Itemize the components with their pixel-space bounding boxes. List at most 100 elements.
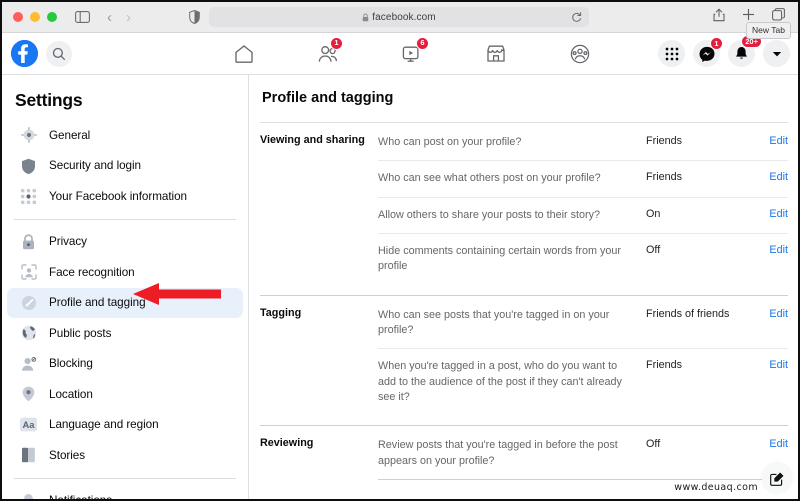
chevron-down-icon[interactable] <box>763 40 790 67</box>
facebook-logo[interactable] <box>11 40 38 67</box>
settings-row: Hide comments containing certain words f… <box>378 232 788 285</box>
sidebar-item-label: Your Facebook information <box>49 189 188 203</box>
settings-section: Tagging Who can see posts that you're ta… <box>250 296 798 426</box>
setting-value: Off <box>646 243 661 256</box>
lock-icon <box>362 13 369 21</box>
aa-text-icon: Aa <box>20 416 37 433</box>
setting-value: Friends <box>646 359 683 372</box>
lock-icon <box>20 233 37 250</box>
setting-question: Allow others to share your posts to thei… <box>378 208 601 221</box>
sidebar-item-notifications[interactable]: Notifications <box>7 486 243 499</box>
sidebar-item-label: Notifications <box>49 494 112 499</box>
watch-badge: 6 <box>416 36 429 50</box>
sidebar-item-profile-and-tagging[interactable]: Profile and tagging <box>7 287 243 318</box>
sidebar-divider <box>14 218 236 220</box>
search-icon[interactable] <box>46 40 72 67</box>
sidebar-item-label: Profile and tagging <box>49 296 146 310</box>
nav-tab-home[interactable] <box>217 37 271 71</box>
nav-left-cluster <box>11 40 72 67</box>
share-icon[interactable] <box>713 8 725 27</box>
setting-question: Who can see posts that you're tagged in … <box>378 308 610 336</box>
gear-icon <box>20 127 37 144</box>
edit-link[interactable]: Edit <box>744 308 788 339</box>
section-label: Reviewing <box>260 437 314 450</box>
settings-row: Who can see what others post on your pro… <box>378 160 788 196</box>
url-label: facebook.com <box>372 11 436 23</box>
sidebar-item-privacy[interactable]: Privacy <box>7 227 243 258</box>
sidebar-toggle-icon[interactable] <box>75 11 90 23</box>
sidebar-item-label: Stories <box>49 448 86 462</box>
sidebar-item-face-recognition[interactable]: Face recognition <box>7 257 243 288</box>
close-window-button[interactable] <box>13 12 23 22</box>
site-watermark: www.deuaq.com <box>674 482 758 493</box>
minimize-window-button[interactable] <box>30 12 40 22</box>
nav-tab-friends[interactable]: 1 <box>301 36 355 71</box>
setting-question: When you're tagged in a post, who do you… <box>378 360 622 403</box>
sidebar-item-label: Security and login <box>49 159 142 173</box>
url-text-wrapper: facebook.com <box>362 11 436 23</box>
sidebar-item-label: General <box>49 128 91 142</box>
section-label: Tagging <box>260 306 302 319</box>
messenger-badge: 1 <box>710 37 723 50</box>
sidebar-item-your-facebook-information[interactable]: Your Facebook information <box>7 181 243 212</box>
sidebar-item-location[interactable]: Location <box>7 379 243 410</box>
edit-link[interactable]: Edit <box>744 135 788 150</box>
nav-right-actions: 1 20+ <box>658 35 790 67</box>
setting-question: Review posts that you're tagged in befor… <box>378 439 618 467</box>
edit-link[interactable]: Edit <box>744 171 788 186</box>
back-button[interactable]: ‹ <box>107 9 112 26</box>
reload-icon[interactable] <box>571 10 582 28</box>
setting-question: Who can post on your profile? <box>378 136 522 148</box>
browser-nav-arrows: ‹ › <box>107 9 131 26</box>
dots-grid-icon <box>20 188 37 205</box>
edit-link[interactable]: Edit <box>744 244 788 275</box>
settings-row: Allow others to share your posts to thei… <box>378 196 788 233</box>
sidebar-item-security-and-login[interactable]: Security and login <box>7 151 243 182</box>
setting-question: Who can see what others post on your pro… <box>378 172 601 185</box>
settings-row: When you're tagged in a post, who do you… <box>378 348 788 415</box>
setting-value: Off <box>646 438 661 451</box>
nav-tab-marketplace[interactable] <box>469 37 523 71</box>
nav-tabs: 1 6 <box>202 33 622 74</box>
sidebar-item-language-and-region[interactable]: Aa Language and region <box>7 410 243 441</box>
sidebar-item-stories[interactable]: Stories <box>7 440 243 471</box>
section-bottom-rule <box>378 478 788 480</box>
setting-value: On <box>646 207 661 220</box>
shield-icon <box>20 157 37 174</box>
settings-section: Viewing and sharing Who can post on your… <box>250 123 798 295</box>
bell-icon[interactable]: 20+ <box>728 35 762 67</box>
facebook-top-nav: 1 6 1 20+ <box>2 33 798 75</box>
settings-row: Who can see posts that you're tagged in … <box>378 306 788 349</box>
sidebar-item-public-posts[interactable]: Public posts <box>7 318 243 349</box>
settings-row: Review posts that you're tagged in befor… <box>378 436 788 479</box>
content-heading: Profile and tagging <box>262 90 394 106</box>
setting-value: Friends <box>646 171 683 184</box>
sidebar-item-blocking[interactable]: Blocking <box>7 349 243 380</box>
setting-value: Friends of friends <box>646 307 730 320</box>
nav-tab-groups[interactable] <box>553 37 607 71</box>
browser-window: ‹ › facebook.com New Tab 1 6 1 20+ Setti… <box>0 0 800 501</box>
sidebar-item-label: Language and region <box>49 418 159 432</box>
privacy-shield-icon[interactable] <box>189 10 200 24</box>
compose-icon[interactable] <box>762 463 792 493</box>
sidebar-item-label: Blocking <box>49 357 93 371</box>
address-bar[interactable]: facebook.com <box>209 7 589 27</box>
forward-button[interactable]: › <box>126 9 131 26</box>
friends-badge: 1 <box>330 36 343 50</box>
sidebar-item-label: Public posts <box>49 326 112 340</box>
messenger-icon[interactable]: 1 <box>693 37 723 67</box>
book-icon <box>20 447 37 464</box>
sidebar-item-general[interactable]: General <box>7 120 243 151</box>
nav-tab-watch[interactable]: 6 <box>385 36 439 71</box>
sidebar-item-label: Location <box>49 387 93 401</box>
tag-pencil-icon <box>20 294 37 311</box>
zoom-window-button[interactable] <box>47 12 57 22</box>
edit-link[interactable]: Edit <box>744 208 788 223</box>
location-pin-icon <box>20 386 37 403</box>
page-title: Settings <box>15 90 83 110</box>
grid-menu-icon[interactable] <box>658 40 685 67</box>
person-block-icon <box>20 355 37 372</box>
edit-link[interactable]: Edit <box>744 359 788 405</box>
settings-content: Profile and tagging Viewing and sharing … <box>250 75 798 499</box>
setting-question: Hide comments containing certain words f… <box>378 244 622 273</box>
